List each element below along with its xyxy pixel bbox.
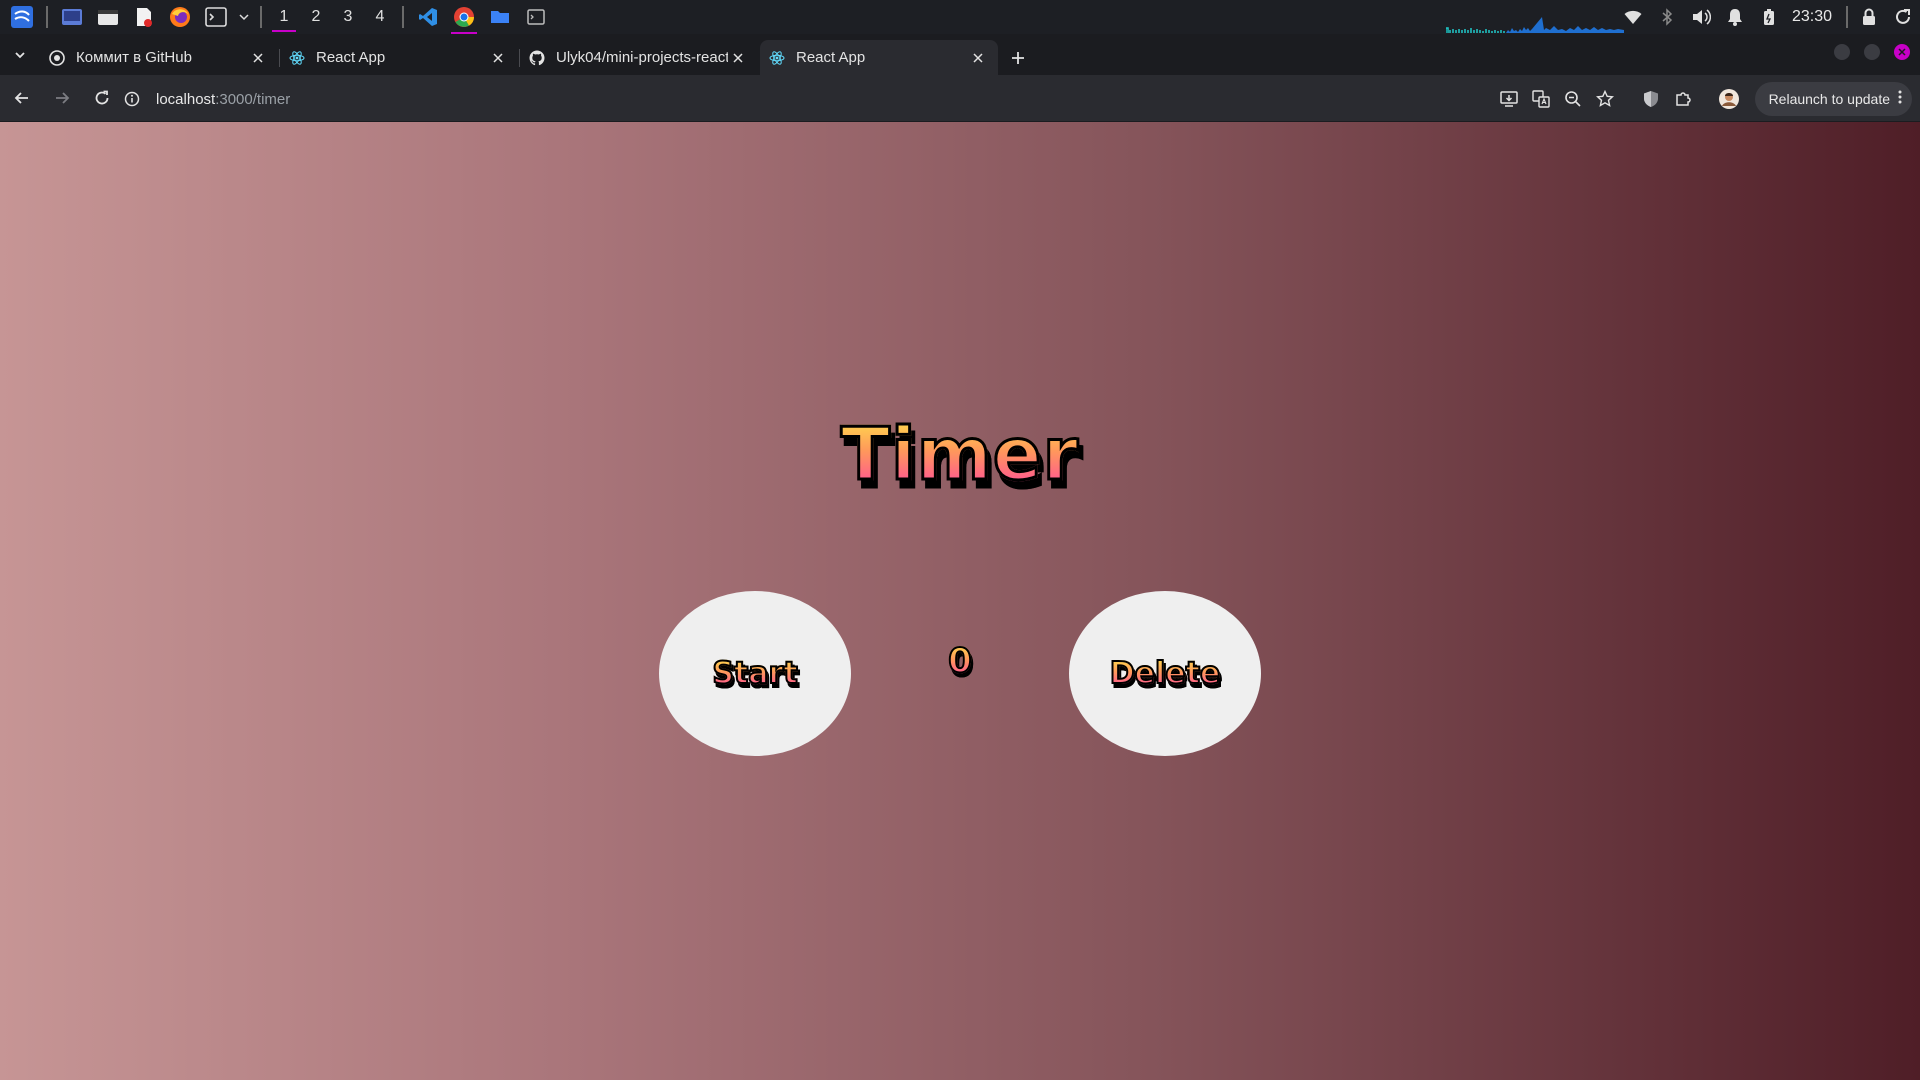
close-tab-icon[interactable] [728,48,748,68]
close-window-button[interactable] [1894,44,1910,60]
network-activity-graph [1446,17,1624,33]
timer-controls: Start 0 Delete [0,591,1920,756]
bluetooth-icon[interactable] [1650,0,1684,34]
start-button-label: Start [711,655,798,692]
new-tab-plus-icon[interactable] [1000,40,1036,75]
page-title: Timer [0,411,1920,498]
workspace-1[interactable]: 1 [268,0,300,34]
extensions-puzzle-icon[interactable] [1667,83,1699,115]
react-icon [288,49,306,67]
chrome-icon[interactable] [449,2,479,34]
taskbar-separator [46,6,48,28]
timer-counter: 0 [910,640,1010,682]
show-desktop-icon[interactable] [57,2,87,32]
tab-github-repo[interactable]: Ulyk04/mini-projects-react [520,40,758,75]
url-path: :3000/timer [215,90,291,108]
delete-button-label: Delete [1109,655,1222,692]
vscode-icon[interactable] [413,2,443,32]
shield-extension-icon[interactable] [1635,83,1667,115]
timer-counter-value: 0 [947,640,973,682]
tab-github-commit[interactable]: Коммит в GitHub [40,40,280,75]
folder-icon[interactable] [485,2,515,32]
taskbar-separator [1846,6,1848,28]
workspace-3[interactable]: 3 [332,0,364,34]
tab-search-chevron-icon[interactable] [0,34,40,75]
chevron-down-icon[interactable] [237,2,251,32]
timer-page: Timer Start 0 Delete [0,122,1920,1080]
translate-icon[interactable] [1525,83,1557,115]
github-desktop-icon [48,49,66,67]
window-controls [1834,44,1910,60]
notifications-bell-icon[interactable] [1718,0,1752,34]
start-button[interactable]: Start [659,591,851,756]
delete-button[interactable]: Delete [1069,591,1261,756]
text-editor-icon[interactable] [129,2,159,32]
desktop-taskbar: 1 2 3 4 23:30 [0,0,1920,34]
address-bar[interactable]: localhost:3000/timer [120,81,1450,117]
browser-tab-strip: Коммит в GitHub React App Ulyk04/mini-pr… [0,34,1920,75]
close-tab-icon[interactable] [488,48,508,68]
wifi-icon[interactable] [1616,0,1650,34]
taskbar-separator [260,6,262,28]
clock[interactable]: 23:30 [1786,8,1842,26]
url-host: localhost [156,90,216,108]
relaunch-to-update-button[interactable]: Relaunch to update [1754,81,1912,116]
workspace-4[interactable]: 4 [364,0,396,34]
file-manager-icon[interactable] [93,2,123,32]
terminal-icon[interactable] [201,2,231,32]
github-icon [528,49,546,67]
volume-icon[interactable] [1684,0,1718,34]
browser-toolbar: localhost:3000/timer Relaunch to update [0,75,1920,122]
tab-title: React App [796,49,866,66]
react-icon [768,49,786,67]
back-arrow-icon[interactable] [4,80,40,116]
firefox-icon[interactable] [165,2,195,32]
zoom-icon[interactable] [1557,83,1589,115]
terminal-window-icon[interactable] [521,2,551,32]
system-menu-icon[interactable] [7,2,37,32]
install-app-icon[interactable] [1493,83,1525,115]
tab-title: Коммит в GitHub [76,49,192,66]
taskbar-separator [402,6,404,28]
forward-arrow-icon[interactable] [44,80,80,116]
profile-avatar[interactable] [1713,83,1745,115]
more-vertical-icon [1898,90,1902,107]
relaunch-label: Relaunch to update [1768,90,1890,107]
power-refresh-icon[interactable] [1886,0,1920,34]
minimize-button[interactable] [1834,44,1850,60]
tab-title: Ulyk04/mini-projects-react [556,49,728,66]
close-tab-icon[interactable] [968,48,988,68]
tab-react-app[interactable]: React App [280,40,520,75]
site-info-icon[interactable] [120,87,144,111]
maximize-button[interactable] [1864,44,1880,60]
reload-icon[interactable] [84,80,120,116]
lock-icon[interactable] [1852,0,1886,34]
workspace-2[interactable]: 2 [300,0,332,34]
page-title-text: Timer [839,411,1080,498]
battery-icon[interactable] [1752,0,1786,34]
tab-react-app-active[interactable]: React App [760,40,998,75]
bookmark-star-icon[interactable] [1589,83,1621,115]
tab-title: React App [316,49,386,66]
close-tab-icon[interactable] [248,48,268,68]
